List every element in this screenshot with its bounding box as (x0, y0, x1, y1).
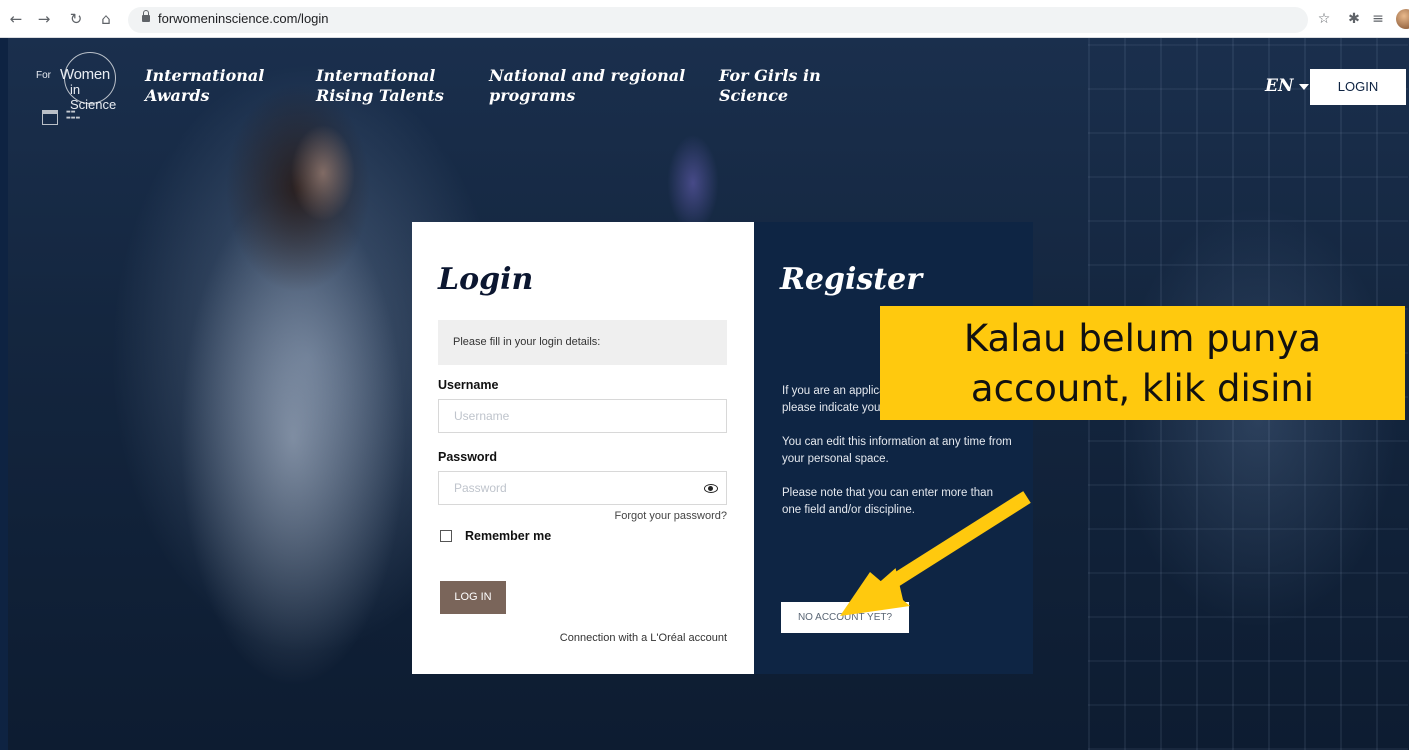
remember-me-checkbox[interactable]: Remember me (440, 529, 551, 543)
nav-label-line2: programs (489, 86, 576, 105)
nav-international-awards[interactable]: International Awards (145, 66, 264, 106)
nav-international-rising-talents[interactable]: International Rising Talents (316, 66, 444, 106)
caret-down-icon (1298, 83, 1309, 90)
annotation-line-2: account, klik disini (970, 367, 1315, 410)
star-icon[interactable]: ☆ (1314, 9, 1334, 29)
annotation-callout: Kalau belum punya account, klik disini (880, 306, 1405, 420)
nav-label-line1: International (316, 66, 436, 85)
language-selector[interactable]: EN (1265, 76, 1309, 96)
language-label: EN (1265, 76, 1294, 96)
unesco-temple-icon (42, 110, 58, 125)
login-hint: Please fill in your login details: (438, 320, 727, 365)
logo-text-for: For (36, 70, 51, 81)
username-input[interactable] (438, 399, 727, 433)
nav-national-regional-programs[interactable]: National and regional programs (489, 66, 685, 106)
password-input[interactable] (438, 471, 727, 505)
log-in-button[interactable]: LOG IN (440, 581, 506, 614)
logo-text-women: Women (60, 66, 110, 83)
browser-toolbar: ← → ↻ ⌂ forwomeninscience.com/login ☆ ✱ … (0, 0, 1409, 38)
no-account-yet-button[interactable]: NO ACCOUNT YET? (781, 602, 909, 633)
forward-arrow-icon[interactable]: → (34, 9, 54, 29)
nav-label-line1: International (145, 66, 265, 85)
playlist-icon[interactable]: ≡ (1368, 9, 1388, 29)
register-para-2: You can edit this information at any tim… (782, 436, 1012, 465)
puzzle-icon[interactable]: ✱ (1344, 9, 1364, 29)
register-para-3: Please note that you can enter more than… (782, 487, 993, 516)
profile-avatar[interactable] (1396, 9, 1409, 29)
loreal-account-link[interactable]: Connection with a L'Oréal account (560, 632, 727, 644)
site-logo[interactable]: For Women in Science ▬▬ ▬▬▬ (20, 48, 124, 128)
nav-label-line2: Awards (145, 86, 210, 105)
remember-me-label: Remember me (465, 529, 552, 543)
nav-label-line2: Rising Talents (316, 86, 444, 105)
nav-label-line1: For Girls in (719, 66, 821, 85)
login-title: Login (438, 262, 534, 297)
scientist-face-image (278, 108, 368, 238)
back-arrow-icon[interactable]: ← (6, 9, 26, 29)
header-login-button[interactable]: LOGIN (1310, 69, 1406, 105)
loreal-foundation-logo: ▬▬ ▬▬▬ (66, 109, 81, 121)
eye-icon[interactable] (704, 484, 718, 493)
register-title: Register (780, 262, 923, 297)
forgot-password-link[interactable]: Forgot your password? (615, 510, 728, 522)
checkbox-box[interactable] (440, 530, 452, 542)
left-edge-strip (0, 38, 8, 750)
reload-icon[interactable]: ↻ (66, 9, 86, 29)
logo-text-science: in Science (70, 82, 117, 112)
nav-label-line1: National and regional (489, 66, 686, 85)
nav-for-girls-in-science[interactable]: For Girls in Science (719, 66, 821, 106)
username-label: Username (438, 378, 499, 392)
register-card: Register If you are an applicant or an e… (754, 222, 1033, 674)
url-text: forwomeninscience.com/login (158, 11, 329, 26)
home-icon[interactable]: ⌂ (96, 9, 116, 29)
address-bar[interactable]: forwomeninscience.com/login (128, 7, 1308, 33)
nav-label-line2: Science (719, 86, 789, 105)
password-label: Password (438, 450, 498, 464)
lock-icon (142, 10, 150, 22)
annotation-line-1: Kalau belum punya (963, 317, 1322, 360)
login-card: Login Please fill in your login details:… (412, 222, 754, 674)
